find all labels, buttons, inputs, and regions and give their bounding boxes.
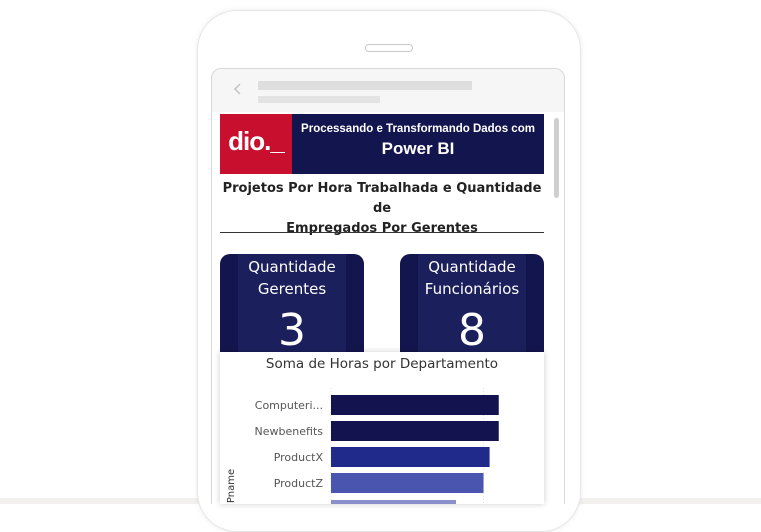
card-quantidade-funcionarios[interactable]: Quantidade Funcionários 8 [400, 254, 544, 364]
card-value: 3 [278, 305, 306, 356]
bar-0[interactable] [331, 395, 499, 415]
banner-title: Power BI [381, 139, 455, 158]
url-placeholder-line [258, 81, 472, 90]
back-arrow-icon[interactable] [230, 81, 246, 97]
chart-svg: Computeri... Newbenefits ProductX ProductZ P… [226, 388, 499, 504]
card-label-line-2: Funcionários [424, 280, 520, 298]
banner-subtitle: Processando e Transformando Dados com [301, 123, 535, 135]
dio-logo: dio._ [220, 114, 292, 174]
report-title: Projetos Por Hora Trabalhada e Quantidad… [220, 179, 544, 239]
report-title-line-1: Projetos Por Hora Trabalhada e Quantidad… [222, 181, 542, 216]
category-label: Newbenefits [255, 425, 324, 438]
card-label: Quantidade Gerentes [220, 256, 364, 300]
bar-2[interactable] [331, 447, 490, 467]
vertical-scrollbar[interactable] [554, 118, 559, 198]
bar-partial [331, 500, 456, 504]
card-value: 8 [458, 305, 486, 356]
category-label: ProductZ [274, 477, 324, 490]
category-label: Computeri... [255, 399, 323, 412]
phone-speaker [365, 44, 413, 52]
browser-bar [211, 68, 565, 114]
card-quantidade-gerentes[interactable]: Quantidade Gerentes 3 [220, 254, 364, 364]
card-label-line-1: Quantidade [248, 258, 336, 276]
bar-1[interactable] [331, 421, 499, 441]
dio-logo-text: dio._ [228, 126, 285, 156]
category-label: ProductX [274, 451, 324, 464]
card-label-line-1: Quantidade [428, 258, 516, 276]
report-title-line-2: Empregados Por Gerentes [286, 221, 478, 236]
report-banner: dio._ Processando e Transformando Dados … [220, 114, 544, 174]
y-axis-label: Pname [226, 469, 237, 503]
bar-chart-visual[interactable]: Soma de Horas por Departamento Computeri… [220, 352, 544, 504]
card-label-line-2: Gerentes [257, 280, 327, 298]
card-label: Quantidade Funcionários [400, 256, 544, 300]
title-divider [220, 232, 544, 233]
bar-3[interactable] [331, 473, 484, 493]
url-placeholder-line [258, 96, 380, 103]
